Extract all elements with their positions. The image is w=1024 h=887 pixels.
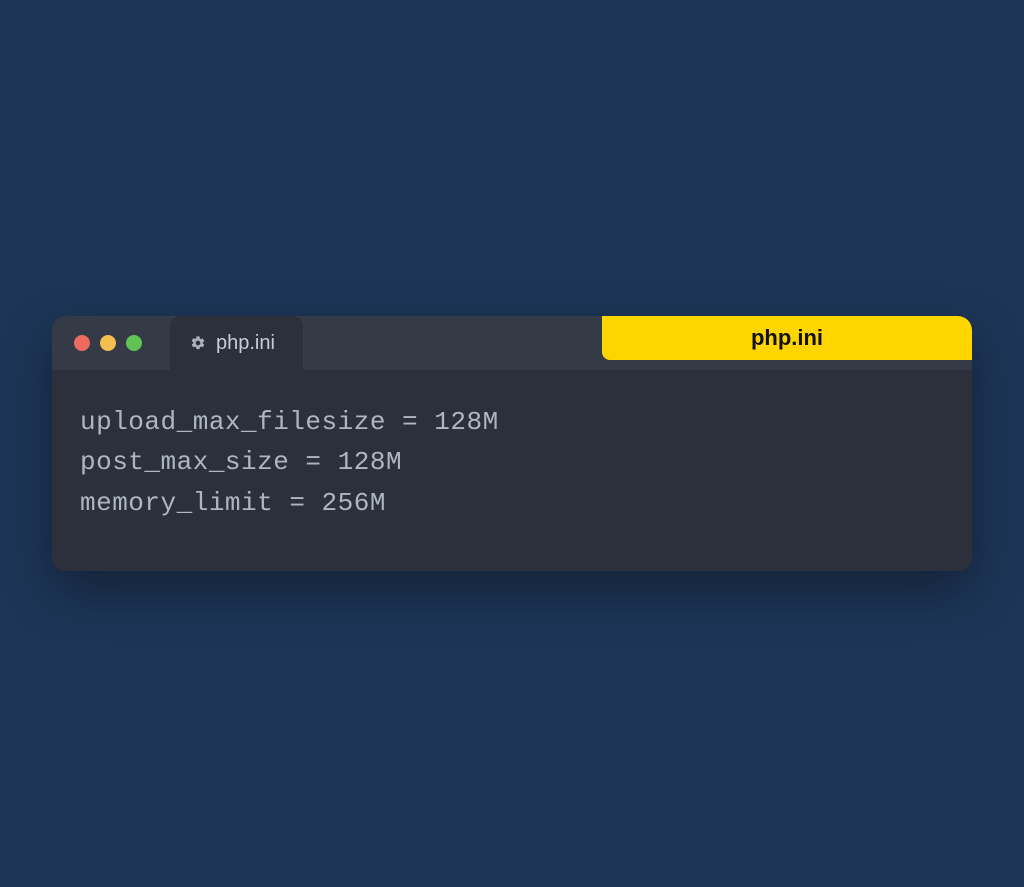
filename-badge: php.ini [602, 316, 972, 360]
window-controls [52, 335, 142, 351]
close-button[interactable] [74, 335, 90, 351]
code-line: post_max_size = 128M [80, 442, 944, 482]
badge-label: php.ini [751, 325, 823, 351]
code-editor[interactable]: upload_max_filesize = 128M post_max_size… [52, 370, 972, 571]
gear-icon [190, 335, 206, 351]
maximize-button[interactable] [126, 335, 142, 351]
tab-label: php.ini [216, 332, 275, 355]
titlebar: php.ini php.ini [52, 316, 972, 370]
editor-window: php.ini php.ini upload_max_filesize = 12… [52, 316, 972, 571]
minimize-button[interactable] [100, 335, 116, 351]
code-line: memory_limit = 256M [80, 483, 944, 523]
tab-php-ini[interactable]: php.ini [170, 316, 303, 370]
code-line: upload_max_filesize = 128M [80, 402, 944, 442]
